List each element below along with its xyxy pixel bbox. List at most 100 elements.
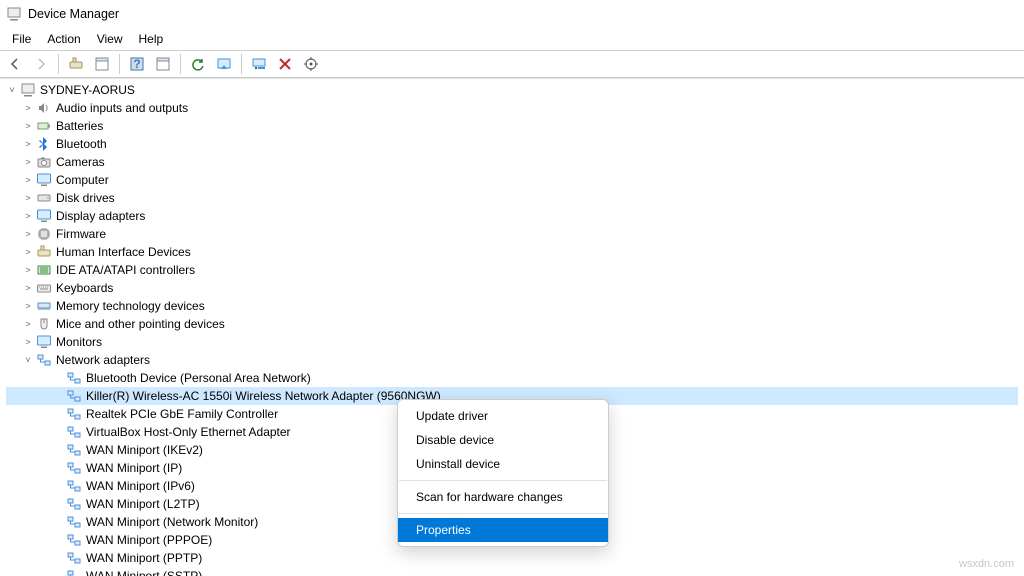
svg-text:?: ? (133, 57, 140, 71)
ctx-properties[interactable]: Properties (398, 518, 608, 542)
tree-category[interactable]: > Audio inputs and outputs (6, 99, 1018, 117)
tree-item-label: WAN Miniport (PPPOE) (86, 531, 218, 549)
net-icon (66, 496, 82, 512)
tree-item-label: Network adapters (56, 351, 156, 369)
expand-toggle[interactable]: ˅ (22, 351, 34, 369)
pc-icon (20, 82, 36, 98)
net-icon (66, 532, 82, 548)
tree-item-label: Bluetooth (56, 135, 113, 153)
tree-category[interactable]: > Monitors (6, 333, 1018, 351)
tree-category[interactable]: >Memory technology devices (6, 297, 1018, 315)
bluetooth-icon (36, 136, 52, 152)
tree-root[interactable]: ˅ SYDNEY-AORUS (6, 81, 1018, 99)
tree-item-label: Display adapters (56, 207, 151, 225)
expand-toggle[interactable]: > (22, 225, 34, 243)
expand-toggle[interactable]: ˅ (6, 81, 18, 99)
tree-item-label: Batteries (56, 117, 109, 135)
tree-category[interactable]: > Batteries (6, 117, 1018, 135)
show-hidden-button[interactable] (65, 53, 87, 75)
expand-toggle[interactable]: > (22, 279, 34, 297)
tree-item-label: Killer(R) Wireless-AC 1550i Wireless Net… (86, 387, 447, 405)
menu-help[interactable]: Help (131, 30, 172, 48)
memory-icon (36, 298, 52, 314)
tree-category[interactable]: >Disk drives (6, 189, 1018, 207)
toolbar: ? (0, 50, 1024, 78)
chip-icon (36, 226, 52, 242)
back-button[interactable] (4, 53, 26, 75)
tree-item-label: SYDNEY-AORUS (40, 81, 141, 99)
expand-toggle[interactable]: > (22, 99, 34, 117)
tree-item-label: Audio inputs and outputs (56, 99, 194, 117)
tree-item-label: WAN Miniport (IPv6) (86, 477, 201, 495)
net-icon (66, 514, 82, 530)
expand-toggle[interactable]: > (22, 171, 34, 189)
ctx-update-driver[interactable]: Update driver (398, 404, 608, 428)
menu-action[interactable]: Action (39, 30, 88, 48)
title-bar: Device Manager (0, 0, 1024, 28)
update-driver-button[interactable] (187, 53, 209, 75)
tree-category-network[interactable]: ˅ Network adapters (6, 351, 1018, 369)
tree-category[interactable]: > Keyboards (6, 279, 1018, 297)
tree-device[interactable]: Bluetooth Device (Personal Area Network) (6, 369, 1018, 387)
uninstall-button[interactable] (274, 53, 296, 75)
toolbar-separator (241, 54, 242, 74)
tree-category[interactable]: > Computer (6, 171, 1018, 189)
net-icon (66, 550, 82, 566)
expand-toggle[interactable]: > (22, 153, 34, 171)
forward-button[interactable] (30, 53, 52, 75)
help-button[interactable]: ? (126, 53, 148, 75)
expand-toggle[interactable]: > (22, 189, 34, 207)
expand-toggle[interactable]: > (22, 297, 34, 315)
tree-device[interactable]: WAN Miniport (SSTP) (6, 567, 1018, 576)
expand-toggle[interactable]: > (22, 243, 34, 261)
expand-toggle[interactable]: > (22, 315, 34, 333)
ctx-separator (399, 513, 607, 514)
tree-category[interactable]: > Firmware (6, 225, 1018, 243)
tree-device[interactable]: WAN Miniport (PPTP) (6, 549, 1018, 567)
expand-toggle[interactable]: > (22, 333, 34, 351)
menu-file[interactable]: File (4, 30, 39, 48)
ctx-disable-device[interactable]: Disable device (398, 428, 608, 452)
tree-item-label: WAN Miniport (IP) (86, 459, 188, 477)
enable-device-button[interactable] (248, 53, 270, 75)
expand-toggle[interactable]: > (22, 135, 34, 153)
mouse-icon (36, 316, 52, 332)
tree-category[interactable]: > Bluetooth (6, 135, 1018, 153)
net-icon (66, 442, 82, 458)
expand-toggle[interactable]: > (22, 207, 34, 225)
tree-category[interactable]: > Display adapters (6, 207, 1018, 225)
tree-item-label: Computer (56, 171, 115, 189)
tree-item-label: Firmware (56, 225, 112, 243)
ctx-separator (399, 480, 607, 481)
net-icon (66, 424, 82, 440)
net-icon (66, 568, 82, 576)
action-button[interactable] (152, 53, 174, 75)
monitor-icon (36, 334, 52, 350)
ctx-uninstall-device[interactable]: Uninstall device (398, 452, 608, 476)
expand-toggle[interactable]: > (22, 261, 34, 279)
tree-category[interactable]: >Cameras (6, 153, 1018, 171)
keyboard-icon (36, 280, 52, 296)
tree-category[interactable]: >Human Interface Devices (6, 243, 1018, 261)
tree-category[interactable]: > IDE ATA/ATAPI controllers (6, 261, 1018, 279)
tree-category[interactable]: >Mice and other pointing devices (6, 315, 1018, 333)
tree-item-label: VirtualBox Host-Only Ethernet Adapter (86, 423, 297, 441)
tree-item-label: WAN Miniport (L2TP) (86, 495, 206, 513)
tree-item-label: IDE ATA/ATAPI controllers (56, 261, 201, 279)
ide-icon (36, 262, 52, 278)
ctx-scan-hardware[interactable]: Scan for hardware changes (398, 485, 608, 509)
tree-item-label: Monitors (56, 333, 108, 351)
view-devices-button[interactable] (213, 53, 235, 75)
scan-hardware-button[interactable] (300, 53, 322, 75)
menu-view[interactable]: View (89, 30, 131, 48)
expand-toggle[interactable]: > (22, 117, 34, 135)
properties-button[interactable] (91, 53, 113, 75)
tree-item-label: Keyboards (56, 279, 119, 297)
net-icon (66, 388, 82, 404)
toolbar-separator (58, 54, 59, 74)
tree-item-label: Realtek PCIe GbE Family Controller (86, 405, 284, 423)
watermark: wsxdn.com (959, 558, 1014, 570)
net-icon (66, 460, 82, 476)
monitor-icon (36, 172, 52, 188)
disk-icon (36, 190, 52, 206)
